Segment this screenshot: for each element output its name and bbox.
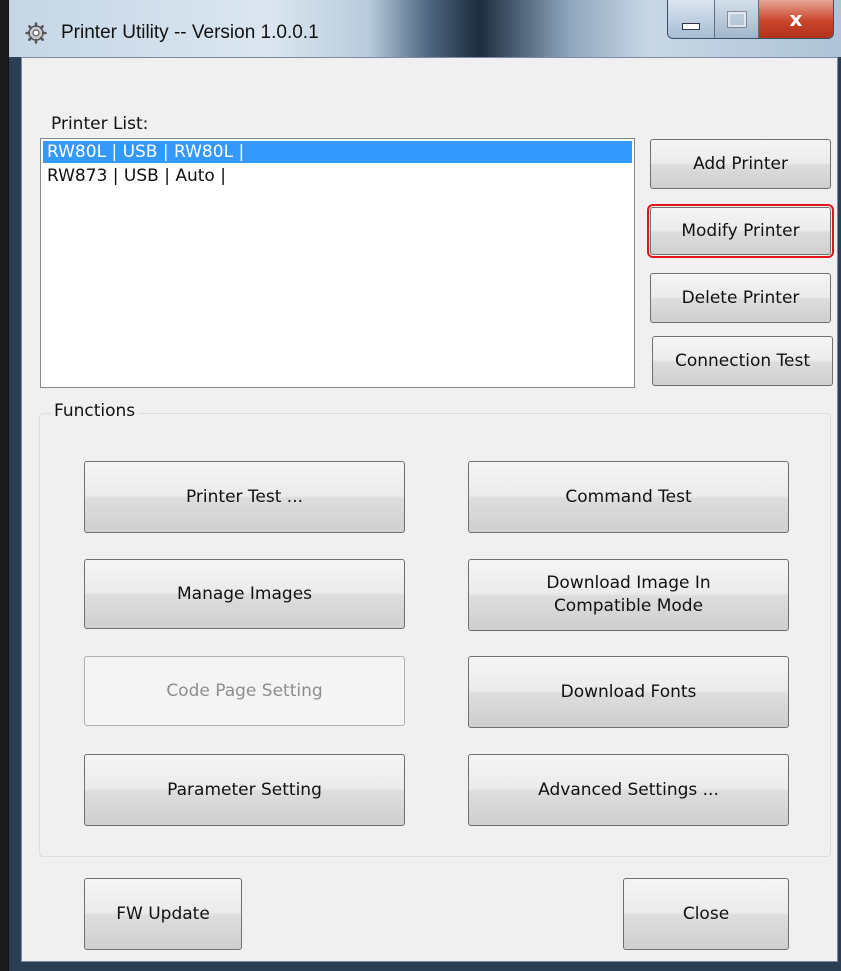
printer-list-item[interactable]: RW80L | USB | RW80L | <box>43 141 632 163</box>
printer-test-button[interactable]: Printer Test ... <box>84 461 405 533</box>
maximize-icon <box>726 10 747 28</box>
delete-printer-button[interactable]: Delete Printer <box>650 273 831 323</box>
gear-icon <box>25 22 47 44</box>
close-window-button[interactable]: x <box>759 0 833 38</box>
printer-list-item[interactable]: RW873 | USB | Auto | <box>43 165 632 187</box>
manage-images-button[interactable]: Manage Images <box>84 559 405 629</box>
dialog-client-area: Printer List: RW80L | USB | RW80L | RW87… <box>21 57 838 962</box>
close-button[interactable]: Close <box>623 878 789 950</box>
code-page-setting-button: Code Page Setting <box>84 656 405 726</box>
add-printer-button[interactable]: Add Printer <box>650 139 831 189</box>
connection-test-button[interactable]: Connection Test <box>652 336 833 386</box>
parameter-setting-button[interactable]: Parameter Setting <box>84 754 405 826</box>
download-image-line2: Compatible Mode <box>553 596 704 616</box>
printer-list-label: Printer List: <box>51 114 149 134</box>
minimize-icon <box>682 22 700 30</box>
download-image-compatible-button[interactable]: Download Image In Compatible Mode <box>468 559 789 631</box>
advanced-settings-button[interactable]: Advanced Settings ... <box>468 754 789 826</box>
app-window: Printer Utility -- Version 1.0.0.1 x Pri… <box>8 0 841 971</box>
caption-buttons: x <box>667 0 834 39</box>
close-icon: x <box>789 7 803 31</box>
printer-list[interactable]: RW80L | USB | RW80L | RW873 | USB | Auto… <box>40 138 635 388</box>
fw-update-button[interactable]: FW Update <box>84 878 242 950</box>
modify-printer-button[interactable]: Modify Printer <box>647 204 834 258</box>
minimize-button[interactable] <box>668 0 715 38</box>
download-image-line1: Download Image In <box>546 573 711 593</box>
command-test-button[interactable]: Command Test <box>468 461 789 533</box>
title-bar[interactable]: Printer Utility -- Version 1.0.0.1 x <box>9 0 841 57</box>
functions-group-title: Functions <box>51 401 139 421</box>
maximize-button <box>715 0 759 38</box>
window-title: Printer Utility -- Version 1.0.0.1 <box>61 22 319 43</box>
download-fonts-button[interactable]: Download Fonts <box>468 656 789 728</box>
